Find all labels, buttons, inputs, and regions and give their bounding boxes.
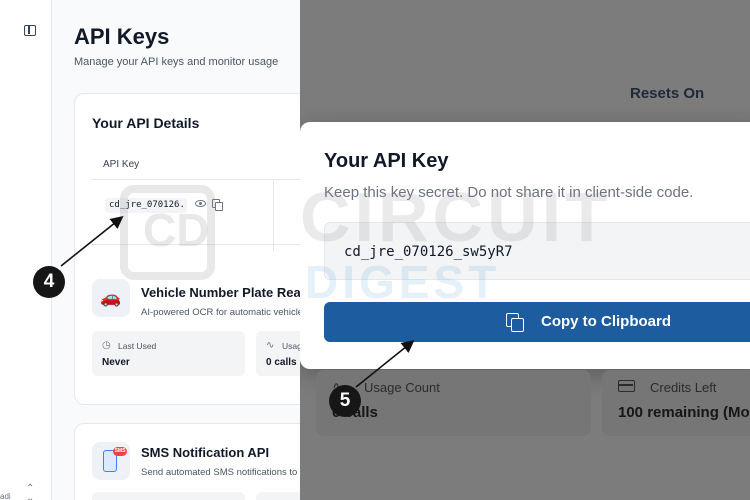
- step-4-marker: 4: [33, 266, 65, 298]
- sidebar-edge-text: adi: [0, 492, 11, 500]
- page-title: API Keys: [74, 24, 170, 49]
- last-used-stat: ◷ Last Used Never: [92, 331, 245, 376]
- copy-button-label: Copy to Clipboard: [541, 313, 671, 330]
- chevron-updown-icon[interactable]: ⌃ ⌄: [26, 484, 34, 500]
- sidebar-toggle-icon[interactable]: [24, 25, 36, 36]
- activity-icon: ∿: [266, 340, 275, 351]
- api-keys-page: API Keys Manage your API keys and monito…: [52, 0, 300, 500]
- card-title: Your API Details: [92, 115, 200, 131]
- sms-service-card: SMS SMS Notification API Send automated …: [74, 423, 300, 500]
- credits-left-label: Credits Left: [650, 380, 717, 395]
- api-key-modal: Your API Key Keep this key secret. Do no…: [300, 122, 750, 369]
- column-divider: [273, 179, 274, 251]
- sms-service-description: Send automated SMS notifications to: [141, 467, 298, 478]
- usage-label: Usage Count: [282, 341, 300, 351]
- sms-badge: SMS: [113, 447, 127, 456]
- api-key-column-header: API Key: [103, 159, 140, 170]
- modal-title: Your API Key: [324, 150, 449, 172]
- credits-left-value: 100 remaining (Mo: [618, 404, 750, 421]
- zoomed-modal-panel: Resets On Your API Key Keep this key sec…: [300, 0, 750, 500]
- credits-left-stat: Credits Left 100 remaining (Mo: [602, 370, 750, 436]
- service-description: AI-powered OCR for automatic vehicle: [141, 307, 300, 318]
- service-name: Vehicle Number Plate Reader: [141, 285, 300, 300]
- full-api-key[interactable]: cd_jre_070126_sw5yR7: [324, 222, 750, 280]
- phone-sms-icon: SMS: [92, 442, 130, 480]
- sidebar-rail: ⌃ ⌄ adi: [0, 0, 52, 500]
- copy-to-clipboard-button[interactable]: Copy to Clipboard: [324, 302, 750, 342]
- car-icon: 🚗: [92, 279, 130, 317]
- usage-stat: ∿ Usage Count 0 calls: [256, 331, 300, 376]
- copy-icon: [506, 313, 524, 332]
- api-details-card: Your API Details API Key cd_jre_070126..…: [74, 93, 300, 405]
- sms-stat-strip: [256, 492, 300, 500]
- credit-card-icon: [618, 380, 635, 392]
- step-5-marker: 5: [329, 385, 361, 417]
- row-divider: [92, 244, 300, 245]
- usage-value: 0 calls: [266, 357, 297, 368]
- clock-icon: ◷: [102, 340, 111, 351]
- copy-icon[interactable]: [212, 199, 223, 211]
- header-divider: [92, 179, 300, 180]
- last-used-value: Never: [102, 357, 130, 368]
- last-used-label: Last Used: [118, 341, 157, 351]
- page-subtitle: Manage your API keys and monitor usage: [74, 56, 279, 68]
- eye-icon[interactable]: [195, 200, 206, 207]
- usage-count-label: Usage Count: [364, 380, 440, 395]
- sms-service-name: SMS Notification API: [141, 445, 270, 460]
- sms-stat-strip: [92, 492, 245, 500]
- masked-api-key: cd_jre_070126...: [105, 198, 187, 213]
- resets-on-header: Resets On: [630, 85, 705, 102]
- modal-subtitle: Keep this key secret. Do not share it in…: [324, 184, 694, 201]
